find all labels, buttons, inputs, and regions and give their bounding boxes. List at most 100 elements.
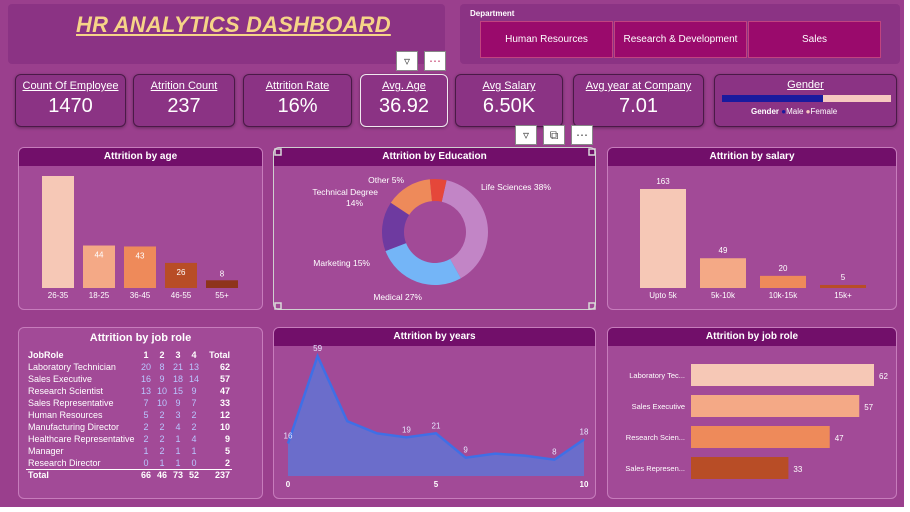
count-cell: 3 [175,410,181,420]
attrition-by-education-chart: Life Sciences 38% Medical 27% Marketing 15… [274,148,596,310]
dashboard-canvas: HR ANALYTICS DASHBOARD ▿ ⋯ Department Hu… [0,0,904,507]
gender-card[interactable]: Gender Gender ●Male ●Female [714,74,897,127]
filter-icon[interactable]: ▿ [396,51,418,71]
years-data-label: 8 [552,448,557,457]
salary-bar[interactable] [820,284,866,288]
salary-bar[interactable] [640,189,686,288]
table-total-row[interactable]: Total 66 46 73 52 237 [26,469,232,481]
attrition-by-jobrole-bar-panel: Attrition by job role 62 Laboratory Tec..… [607,327,897,499]
resize-handle[interactable] [588,148,596,156]
years-tick-label: 5 [434,480,439,489]
gender-male-bar[interactable] [722,95,824,102]
kpi-label: Avg. Age [382,80,426,92]
resize-handle[interactable] [588,302,596,310]
count-cell: 66 [140,470,151,481]
jobrole-bar[interactable] [691,426,830,448]
table-row[interactable]: Human Resources 5 2 3 2 12 [26,409,232,421]
resize-handle[interactable] [274,148,282,156]
table-row[interactable]: Sales Representative 7 10 9 7 33 [26,397,232,409]
salary-tick-label: 10k-15k [769,291,798,300]
gender-legend-title: Gender [751,107,780,116]
count-cell: 5 [143,410,149,420]
count-cell: 1 [143,446,149,456]
count-cell: 15 [172,386,183,396]
count-cell: 7 [143,398,149,408]
kpi-avg-salary[interactable]: Avg Salary 6.50K [455,74,563,127]
count-cell: 0 [143,457,149,468]
panel-title: Attrition by job role [89,332,192,344]
column-header[interactable]: Total [202,349,232,361]
jobrole-bar[interactable] [691,457,789,479]
age-bar[interactable] [42,176,74,288]
jobrole-tick-label: Laboratory Tec... [629,371,685,380]
table-row[interactable]: Healthcare Representative 2 2 1 4 9 [26,433,232,445]
department-slicer-label: Department [470,9,515,18]
jobrole-tick-label: Sales Represen... [625,464,685,473]
count-cell: 1 [191,446,197,456]
attrition-by-jobrole-bar-chart: 62 Laboratory Tec... 57 Sales Executive 47 Re… [625,364,888,479]
total-cell: 9 [224,434,230,444]
count-cell: 2 [191,410,197,420]
table-row[interactable]: Sales Executive 16 9 18 14 57 [26,373,232,385]
column-header[interactable]: 1 [138,349,154,361]
attrition-by-age-chart: 116 26-35 44 18-25 43 36-45 26 46-55 8 55+ [42,176,238,300]
kpi-label: Atrition Count [150,80,218,92]
jobrole-bar[interactable] [691,395,860,417]
table-header-row: JobRole 1 2 3 4 Total [26,349,232,361]
column-header[interactable]: JobRole [26,349,138,361]
kpi-value: 237 [167,95,201,117]
focus-mode-icon[interactable]: ⧉ [543,125,565,145]
kpi-avg-age[interactable]: Avg. Age 36.92 [360,74,448,127]
age-tick-label: 46-55 [171,291,192,300]
count-cell: 8 [159,362,165,372]
count-cell: 2 [159,422,165,432]
salary-bar[interactable] [760,275,806,288]
table-row[interactable]: Laboratory Technician 20 8 21 13 62 [26,361,232,373]
attrition-by-years-panel: Attrition by years 16 59 19 21 9 8 18 0 5 10 [273,327,596,499]
salary-data-label: 163 [656,177,670,186]
kpi-label: Avg year at Company [585,80,692,92]
filter-icon[interactable]: ▿ [515,125,537,145]
total-cell: 10 [219,422,230,432]
jobrole-bar[interactable] [691,364,874,386]
count-cell: 2 [191,422,197,432]
years-data-label: 9 [463,446,468,455]
table-row[interactable]: Research Director 0 1 1 0 2 [26,457,232,469]
more-options-icon[interactable]: ⋯ [571,125,593,145]
education-slice[interactable] [385,243,461,285]
jobrole-cell: Total [28,470,49,481]
jobrole-tick-label: Research Scien... [626,433,685,442]
column-header[interactable]: 3 [170,349,186,361]
jobrole-data-label: 57 [864,403,873,412]
count-cell: 4 [191,434,197,444]
age-tick-label: 36-45 [130,291,151,300]
count-cell: 1 [175,434,181,444]
count-cell: 46 [156,470,167,481]
total-cell: 2 [224,457,230,468]
kpi-attrition-count[interactable]: Atrition Count 237 [133,74,235,127]
kpi-avg-year-at-company[interactable]: Avg year at Company 7.01 [573,74,704,127]
more-options-icon[interactable]: ⋯ [424,51,446,71]
table-row[interactable]: Research Scientist 13 10 15 9 47 [26,385,232,397]
column-header[interactable]: 2 [154,349,170,361]
age-tick-label: 18-25 [89,291,110,300]
kpi-value: 7.01 [619,95,658,117]
table-row[interactable]: Manager 1 2 1 1 5 [26,445,232,457]
resize-handle[interactable] [274,302,282,310]
age-bar[interactable] [206,280,238,288]
slicer-option-sales[interactable]: Sales [748,21,881,58]
total-cell: 47 [219,386,230,396]
kpi-attrition-rate[interactable]: Attrition Rate 16% [243,74,352,127]
salary-tick-label: 5k-10k [711,291,736,300]
salary-tick-label: 15k+ [834,291,852,300]
count-cell: 16 [140,374,151,384]
count-cell: 14 [188,374,199,384]
education-slice-label: Other 5% [368,175,404,185]
salary-bar[interactable] [700,258,746,288]
slicer-option-research-development[interactable]: Research & Development [614,21,747,58]
slicer-option-human-resources[interactable]: Human Resources [480,21,613,58]
table-row[interactable]: Manufacturing Director 2 2 4 2 10 [26,421,232,433]
count-cell: 9 [191,386,197,396]
kpi-count-of-employee[interactable]: Count Of Employee 1470 [15,74,126,127]
column-header[interactable]: 4 [186,349,202,361]
